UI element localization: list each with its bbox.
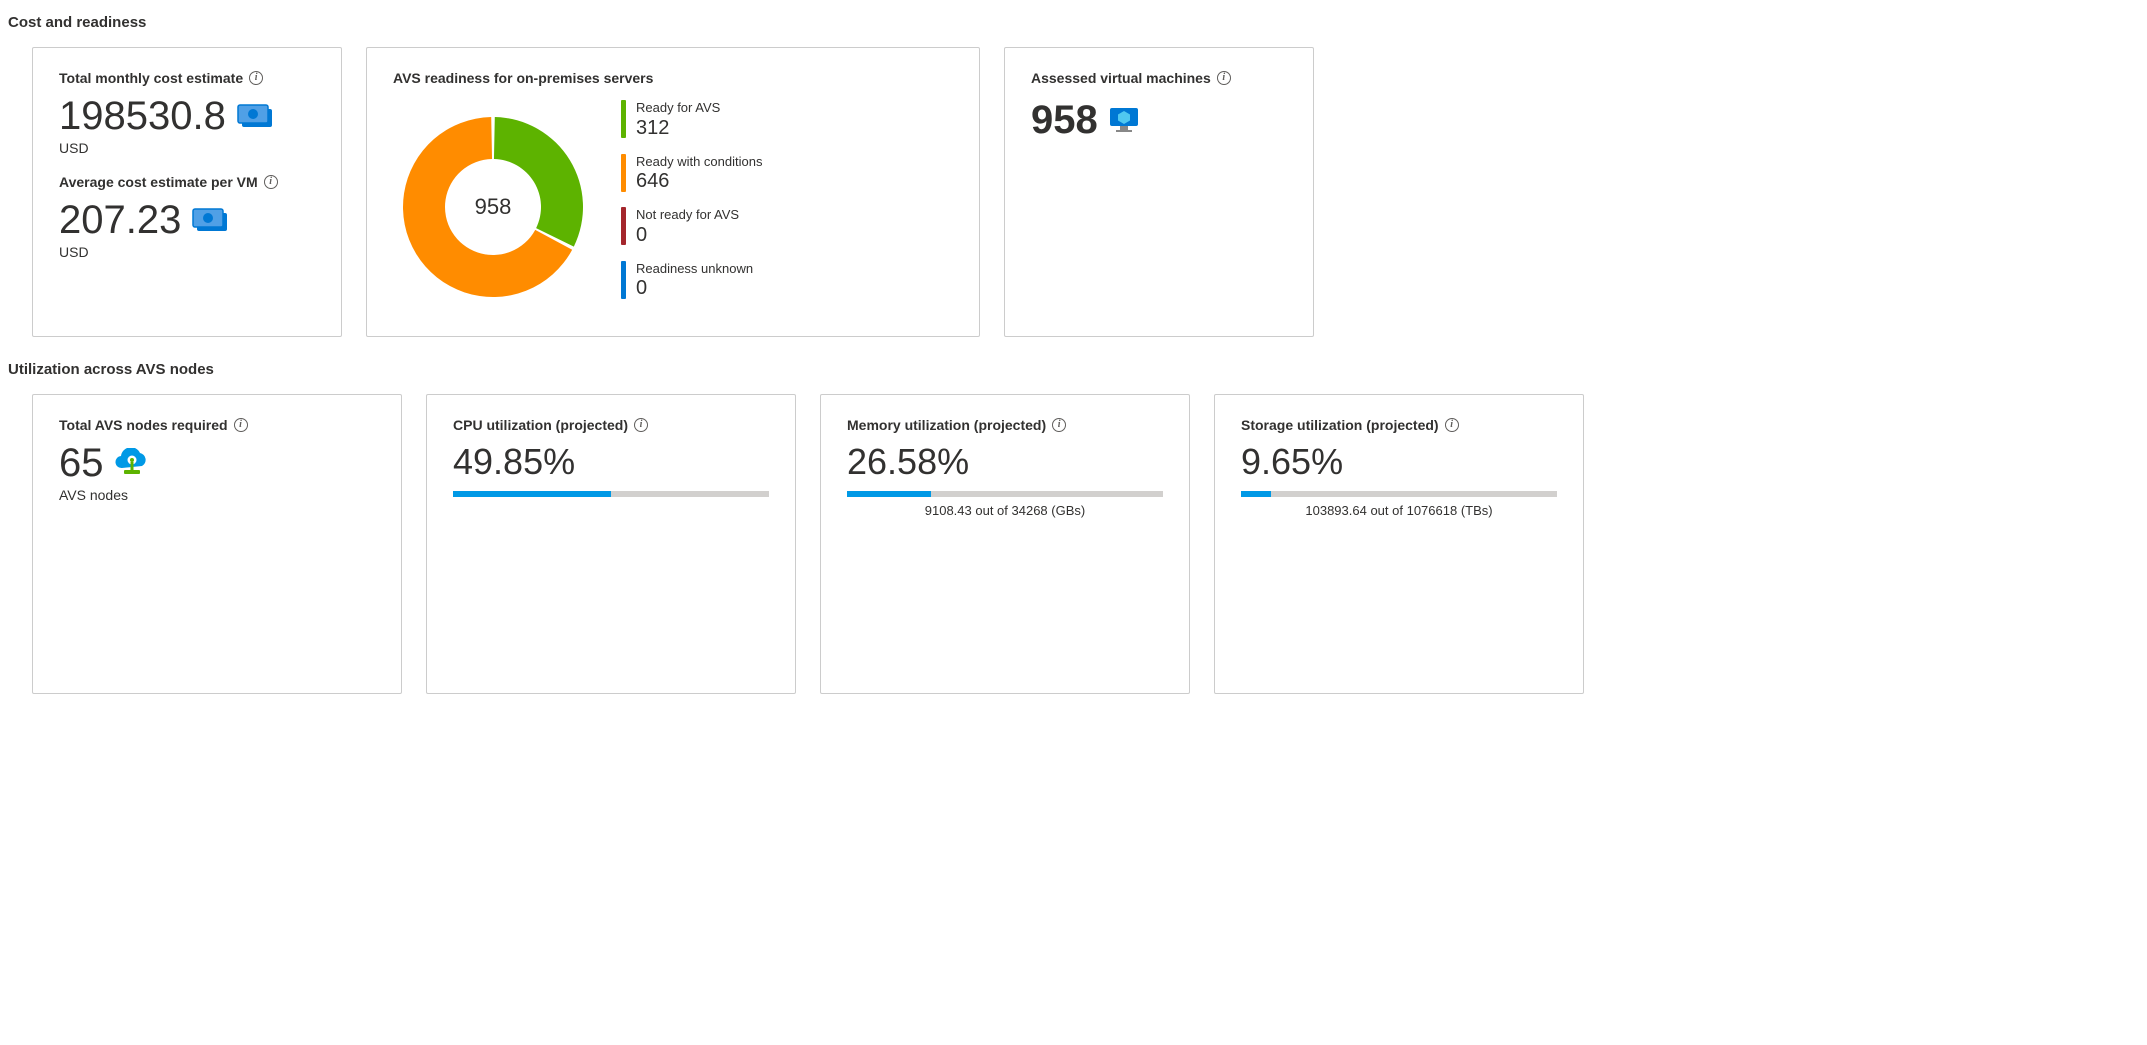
mem-util-value: 26.58% [847, 441, 1163, 483]
total-cost-value: 198530.8 [59, 94, 226, 138]
money-icon [236, 103, 274, 129]
legend-value: 0 [636, 276, 753, 300]
avg-cost-label-row: Average cost estimate per VM i [59, 174, 278, 190]
avg-cost-label: Average cost estimate per VM [59, 174, 258, 190]
section-utilization-title: Utilization across AVS nodes [8, 361, 2123, 378]
avs-nodes-label: Total AVS nodes required [59, 417, 228, 433]
storage-util-sub: 103893.64 out of 1076618 (TBs) [1241, 503, 1557, 518]
cpu-progress-fill [453, 491, 611, 497]
avs-nodes-value: 65 [59, 441, 104, 485]
legend-value: 312 [636, 116, 720, 140]
readiness-donut-chart: 958 [393, 107, 593, 307]
row-cost-readiness: Total monthly cost estimate i 198530.8 U… [32, 47, 2123, 337]
assessed-vms-label-row: Assessed virtual machines i [1031, 70, 1231, 86]
legend-color-bar [621, 261, 626, 299]
legend-color-bar [621, 207, 626, 245]
mem-progress-bar [847, 491, 1163, 497]
legend-color-bar [621, 100, 626, 138]
mem-progress-fill [847, 491, 931, 497]
storage-progress-bar [1241, 491, 1557, 497]
mem-util-sub: 9108.43 out of 34268 (GBs) [847, 503, 1163, 518]
info-icon[interactable]: i [249, 71, 263, 85]
mem-util-label-row: Memory utilization (projected) i [847, 417, 1066, 433]
avg-cost-value: 207.23 [59, 198, 181, 242]
info-icon[interactable]: i [1052, 418, 1066, 432]
legend-label: Not ready for AVS [636, 207, 739, 223]
section-cost-readiness-title: Cost and readiness [8, 14, 2123, 31]
avs-nodes-unit: AVS nodes [59, 487, 375, 503]
storage-util-value: 9.65% [1241, 441, 1557, 483]
info-icon[interactable]: i [1217, 71, 1231, 85]
row-utilization: Total AVS nodes required i 65 AVS nodes … [32, 394, 2123, 694]
info-icon[interactable]: i [264, 175, 278, 189]
info-icon[interactable]: i [1445, 418, 1459, 432]
card-avs-readiness: AVS readiness for on-premises servers 95… [366, 47, 980, 337]
card-total-avs-nodes: Total AVS nodes required i 65 AVS nodes [32, 394, 402, 694]
cpu-util-label-row: CPU utilization (projected) i [453, 417, 648, 433]
legend-item[interactable]: Ready with conditions646 [621, 154, 953, 194]
avs-nodes-value-row: 65 [59, 441, 375, 485]
legend-item[interactable]: Readiness unknown0 [621, 261, 953, 301]
card-memory-utilization: Memory utilization (projected) i 26.58% … [820, 394, 1190, 694]
assessed-vms-value: 958 [1031, 98, 1098, 142]
cloud-node-icon [114, 448, 150, 478]
donut-center-total: 958 [393, 107, 593, 307]
legend-color-bar [621, 154, 626, 192]
readiness-title: AVS readiness for on-premises servers [393, 70, 653, 86]
assessed-vms-value-row: 958 [1031, 98, 1287, 142]
money-icon [191, 207, 229, 233]
card-storage-utilization: Storage utilization (projected) i 9.65% … [1214, 394, 1584, 694]
card-cost-estimate: Total monthly cost estimate i 198530.8 U… [32, 47, 342, 337]
card-cpu-utilization: CPU utilization (projected) i 49.85% [426, 394, 796, 694]
total-cost-value-row: 198530.8 [59, 94, 315, 138]
avs-nodes-label-row: Total AVS nodes required i [59, 417, 248, 433]
legend-value: 0 [636, 223, 739, 247]
info-icon[interactable]: i [634, 418, 648, 432]
total-cost-label-row: Total monthly cost estimate i [59, 70, 263, 86]
legend-label: Ready with conditions [636, 154, 762, 170]
legend-value: 646 [636, 169, 762, 193]
readiness-legend: Ready for AVS312 Ready with conditions646… [621, 100, 953, 314]
storage-util-label: Storage utilization (projected) [1241, 417, 1439, 433]
cpu-util-label: CPU utilization (projected) [453, 417, 628, 433]
legend-item[interactable]: Not ready for AVS0 [621, 207, 953, 247]
legend-label: Readiness unknown [636, 261, 753, 277]
total-cost-label: Total monthly cost estimate [59, 70, 243, 86]
legend-item[interactable]: Ready for AVS312 [621, 100, 953, 140]
cpu-progress-bar [453, 491, 769, 497]
avg-cost-value-row: 207.23 [59, 198, 315, 242]
total-cost-unit: USD [59, 140, 315, 156]
cpu-util-value: 49.85% [453, 441, 769, 483]
info-icon[interactable]: i [234, 418, 248, 432]
storage-progress-fill [1241, 491, 1271, 497]
monitor-icon [1108, 106, 1140, 134]
mem-util-label: Memory utilization (projected) [847, 417, 1046, 433]
storage-util-label-row: Storage utilization (projected) i [1241, 417, 1459, 433]
avg-cost-unit: USD [59, 244, 315, 260]
card-assessed-vms: Assessed virtual machines i 958 [1004, 47, 1314, 337]
assessed-vms-label: Assessed virtual machines [1031, 70, 1211, 86]
legend-label: Ready for AVS [636, 100, 720, 116]
